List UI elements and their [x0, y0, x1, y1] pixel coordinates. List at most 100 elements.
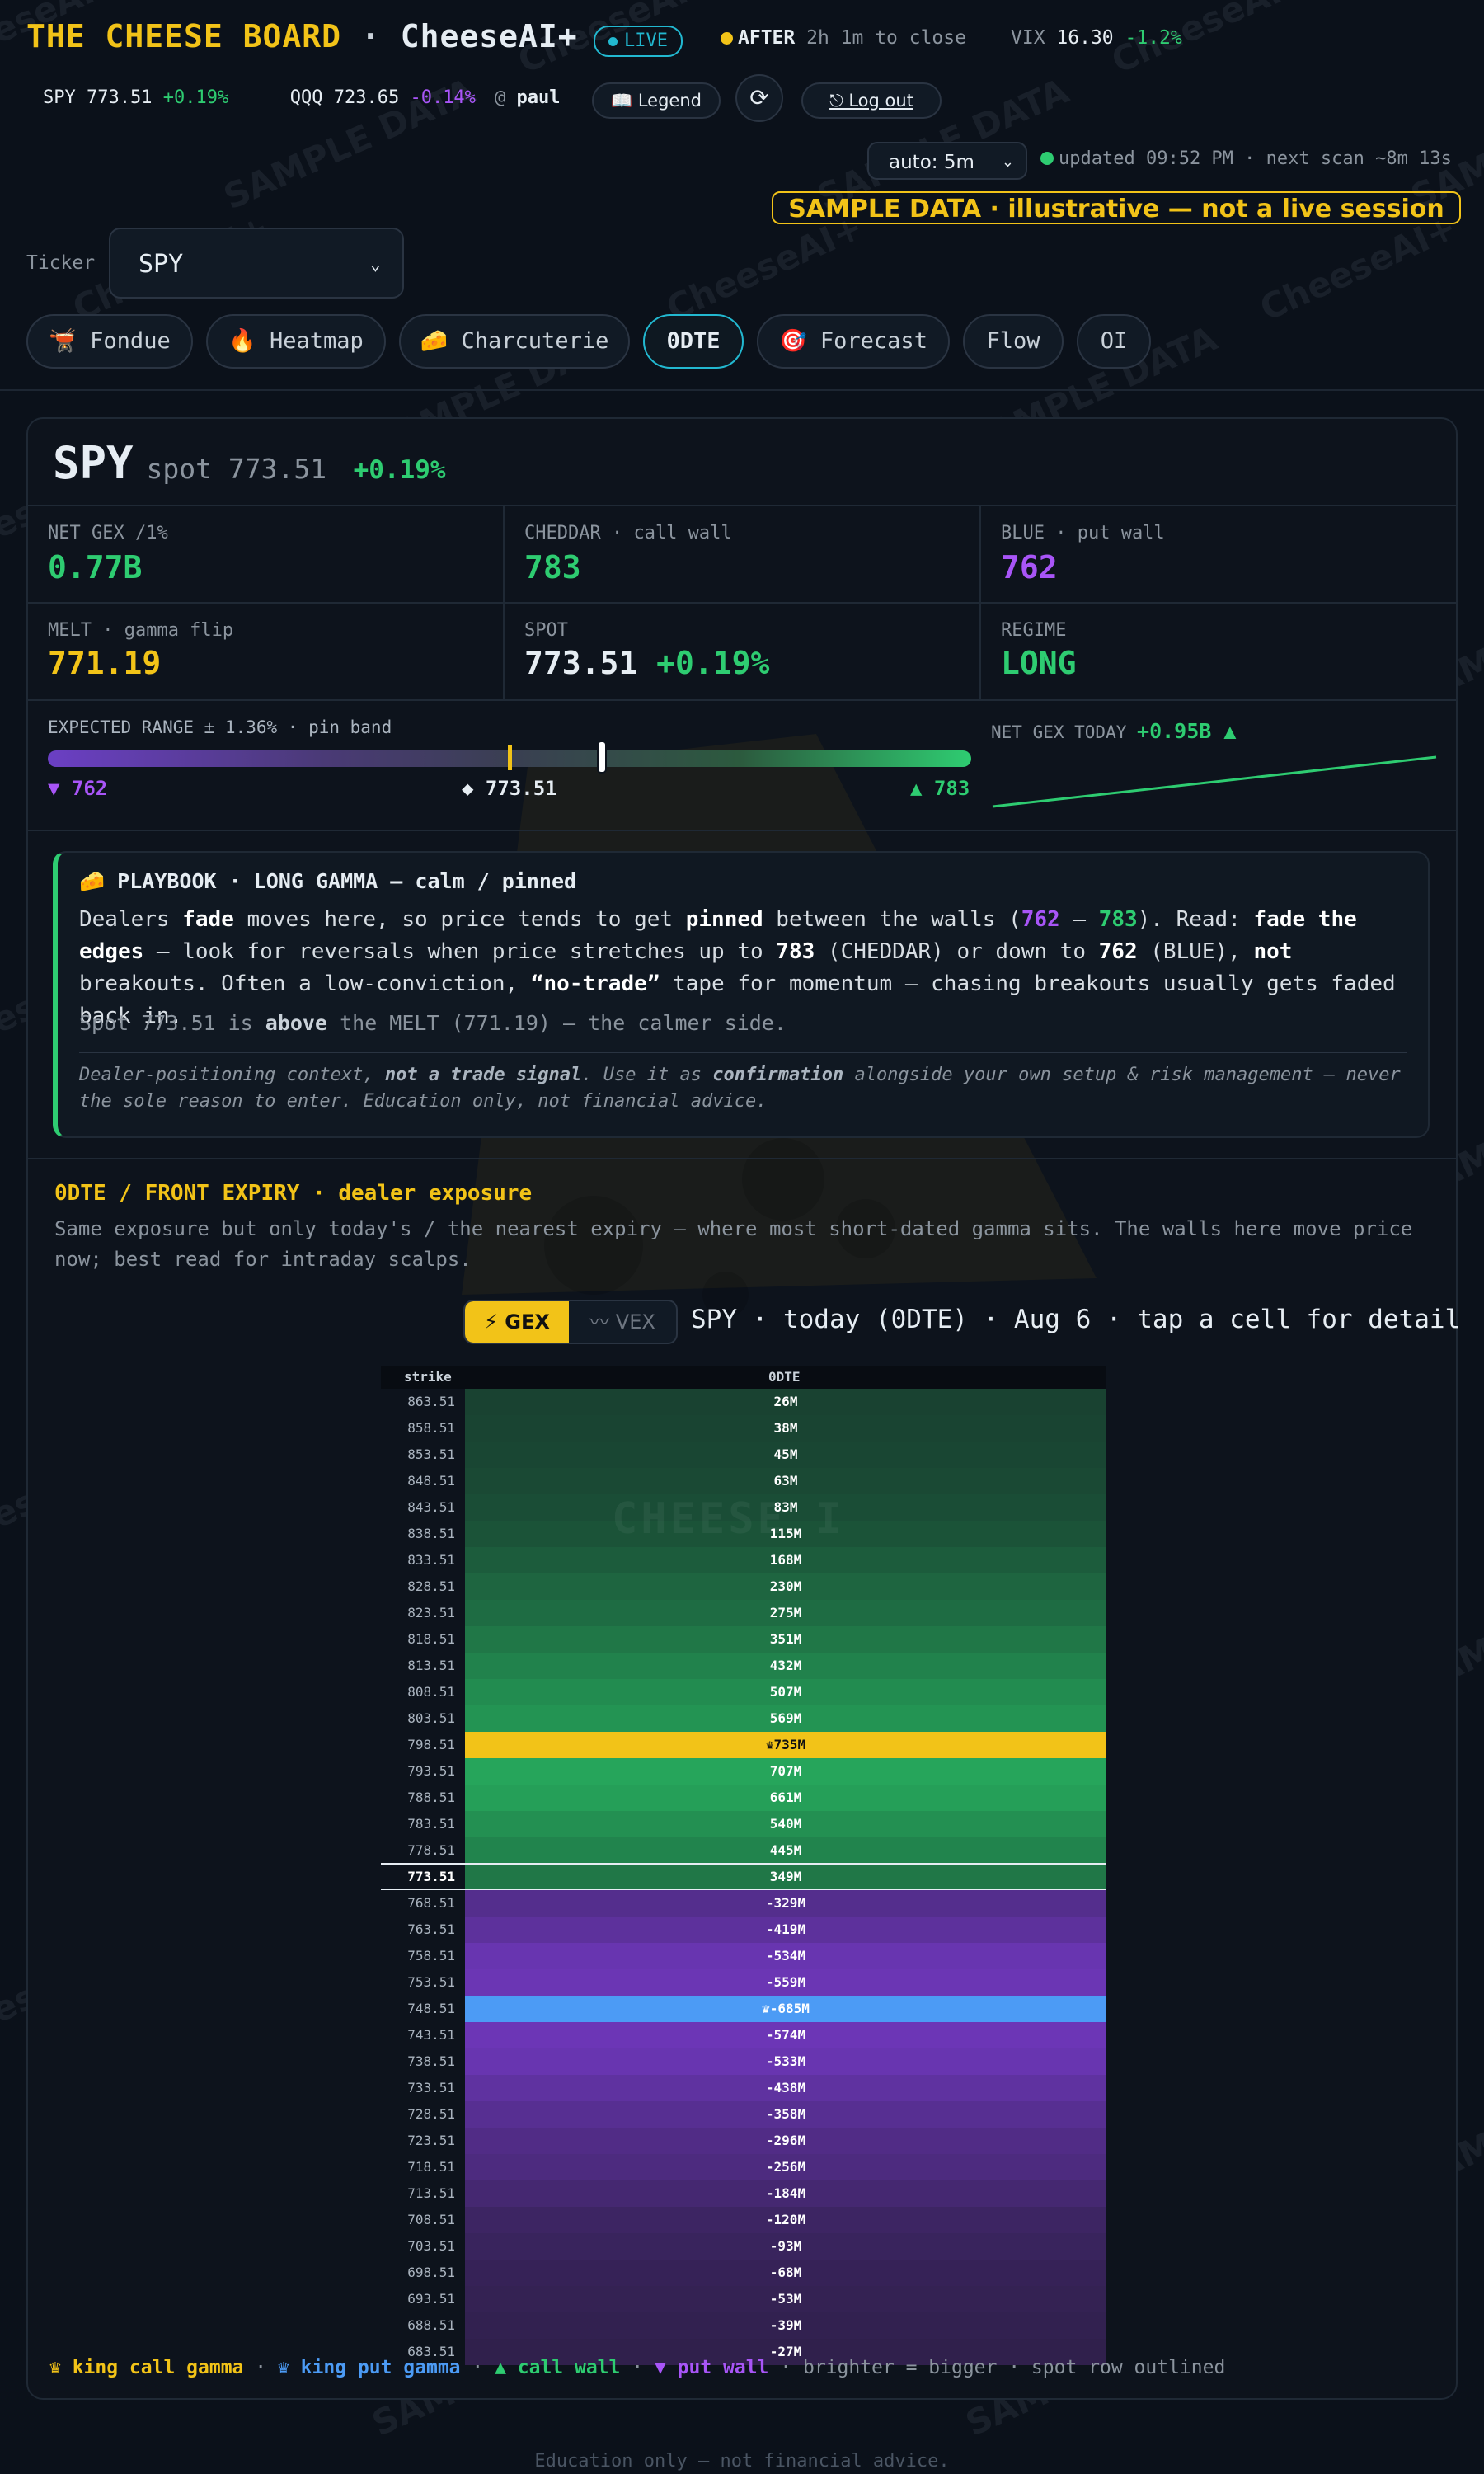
- heatmap-cell[interactable]: ♛-685M: [465, 1996, 1106, 2022]
- divider: [28, 602, 1456, 604]
- heatmap-row: 808.51 507M: [381, 1679, 1106, 1705]
- heatmap-cell[interactable]: 432M: [465, 1653, 1106, 1679]
- legend-king-put: ♛ king put gamma: [277, 2357, 461, 2378]
- chevron-down-icon: ⌄: [1001, 153, 1014, 171]
- vix-quote: VIX 16.30 -1.2%: [1011, 27, 1182, 49]
- heatmap-row: 793.51 707M: [381, 1758, 1106, 1785]
- symbol-header: SPY spot 773.51 +0.19%: [53, 437, 446, 489]
- live-badge: LIVE: [594, 26, 683, 57]
- heatmap-row: 728.51 -358M: [381, 2101, 1106, 2128]
- heatmap-cell[interactable]: 26M: [465, 1389, 1106, 1415]
- heatmap-cell[interactable]: 351M: [465, 1626, 1106, 1653]
- tab-oi[interactable]: OI: [1077, 314, 1151, 369]
- heatmap-strike: 858.51: [381, 1415, 465, 1442]
- session-status: AFTER 2h 1m to close: [721, 27, 966, 49]
- tab-heatmap[interactable]: 🔥 Heatmap: [206, 314, 386, 369]
- heatmap-cell[interactable]: -184M: [465, 2180, 1106, 2207]
- heatmap-cell[interactable]: 45M: [465, 1442, 1106, 1468]
- section-divider: [28, 1158, 1456, 1159]
- heatmap-cell[interactable]: -93M: [465, 2233, 1106, 2260]
- heatmap-strike: 848.51: [381, 1468, 465, 1494]
- heatmap-strike: 823.51: [381, 1600, 465, 1626]
- heatmap-cell[interactable]: -438M: [465, 2075, 1106, 2101]
- stat-spot-value: 773.51 +0.19%: [524, 645, 770, 681]
- heatmap-cell[interactable]: -419M: [465, 1917, 1106, 1943]
- heatmap-strike: 718.51: [381, 2154, 465, 2180]
- heatmap-cell[interactable]: 38M: [465, 1415, 1106, 1442]
- heatmap-cell[interactable]: -534M: [465, 1943, 1106, 1969]
- tab-fondue[interactable]: 🫕 Fondue: [26, 314, 193, 369]
- heatmap-cell[interactable]: 168M: [465, 1547, 1106, 1573]
- heatmap-cell[interactable]: 63M: [465, 1468, 1106, 1494]
- heatmap-row: 833.51 168M: [381, 1547, 1106, 1573]
- heatmap-strike: 693.51: [381, 2286, 465, 2312]
- heatmap-cell[interactable]: -358M: [465, 2101, 1106, 2128]
- tab-0dte[interactable]: 0DTE: [643, 314, 744, 369]
- heatmap-cell[interactable]: 707M: [465, 1758, 1106, 1785]
- heatmap-cell[interactable]: 507M: [465, 1679, 1106, 1705]
- stat-call-wall-label: CHEDDAR · call wall: [524, 523, 732, 543]
- heatmap-cell[interactable]: -329M: [465, 1890, 1106, 1917]
- tab-flow[interactable]: Flow: [963, 314, 1064, 369]
- refresh-button[interactable]: ⟳: [735, 74, 783, 122]
- heatmap-cell[interactable]: 569M: [465, 1705, 1106, 1732]
- gex-toggle-button[interactable]: ⚡ GEX: [465, 1301, 569, 1343]
- heatmap-cell[interactable]: 661M: [465, 1785, 1106, 1811]
- net-gex-sparkline: [992, 755, 1437, 808]
- status-dot-icon: [1040, 152, 1054, 165]
- heatmap-cell[interactable]: 230M: [465, 1573, 1106, 1600]
- heatmap-cell[interactable]: ♛735M: [465, 1732, 1106, 1758]
- heatmap-strike: 863.51: [381, 1389, 465, 1415]
- vex-toggle-button[interactable]: 〰 VEX: [569, 1301, 676, 1343]
- stat-put-wall-value: 762: [1001, 549, 1058, 586]
- heatmap-strike: 698.51: [381, 2260, 465, 2286]
- logout-button[interactable]: ⎋ Log out: [801, 82, 942, 119]
- heatmap-strike: 843.51: [381, 1494, 465, 1521]
- heatmap-cell[interactable]: -574M: [465, 2022, 1106, 2048]
- heatmap-row: 798.51 ♛735M: [381, 1732, 1106, 1758]
- heatmap-watermark: CHEESE I: [612, 1494, 845, 1544]
- heatmap-strike: 753.51: [381, 1969, 465, 1996]
- heatmap-cell[interactable]: -296M: [465, 2128, 1106, 2154]
- ticker-select[interactable]: SPY ⌄: [109, 228, 404, 299]
- tab-forecast[interactable]: 🎯 Forecast: [757, 314, 950, 369]
- heatmap-strike: 748.51: [381, 1996, 465, 2022]
- heatmap-row: 783.51 540M: [381, 1811, 1106, 1837]
- heatmap-legend: ♛ king call gamma · ♛ king put gamma · ▲…: [49, 2357, 1226, 2378]
- heatmap-cell[interactable]: -533M: [465, 2048, 1106, 2075]
- divider: [28, 830, 1456, 831]
- heatmap-row: 758.51 -534M: [381, 1943, 1106, 1969]
- stat-regime-value: LONG: [1001, 645, 1077, 681]
- stat-net-gex-value: 0.77B: [48, 549, 143, 586]
- legend-button[interactable]: 📖 Legend: [592, 82, 721, 119]
- heatmap-cell[interactable]: -68M: [465, 2260, 1106, 2286]
- heatmap-strike: 838.51: [381, 1521, 465, 1547]
- expiry-column-header: 0DTE: [768, 1369, 801, 1385]
- heatmap-strike: 783.51: [381, 1811, 465, 1837]
- heatmap-cell[interactable]: -120M: [465, 2207, 1106, 2233]
- stat-net-gex-label: NET GEX /1%: [48, 523, 168, 543]
- heatmap-cell[interactable]: -53M: [465, 2286, 1106, 2312]
- heatmap-strike: 763.51: [381, 1917, 465, 1943]
- heatmap-cell[interactable]: -39M: [465, 2312, 1106, 2339]
- legend-put-wall: ▼ put wall: [654, 2357, 769, 2378]
- heatmap-row: 713.51 -184M: [381, 2180, 1106, 2207]
- heatmap-row: 708.51 -120M: [381, 2207, 1106, 2233]
- playbook-title: 🧀 PLAYBOOK · LONG GAMMA — calm / pinned: [79, 869, 577, 893]
- heatmap-cell[interactable]: 275M: [465, 1600, 1106, 1626]
- heatmap-row: 818.51 351M: [381, 1626, 1106, 1653]
- heatmap-strike: 768.51: [381, 1890, 465, 1917]
- stat-regime-label: REGIME: [1001, 620, 1067, 641]
- tab-charcuterie[interactable]: 🧀 Charcuterie: [399, 314, 630, 369]
- heatmap-cell[interactable]: -559M: [465, 1969, 1106, 1996]
- range-high: ▲ 783: [910, 777, 970, 800]
- heatmap-cell[interactable]: 445M: [465, 1837, 1106, 1864]
- heatmap-row: 703.51 -93M: [381, 2233, 1106, 2260]
- auto-refresh-select[interactable]: auto: 5m ⌄: [867, 142, 1027, 180]
- heatmap-strike: 798.51: [381, 1732, 465, 1758]
- ticker-label: Ticker: [26, 252, 96, 274]
- heatmap-cell[interactable]: 540M: [465, 1811, 1106, 1837]
- stat-melt-label: MELT · gamma flip: [48, 620, 234, 641]
- brand-title: THE CHEESE BOARD · CheeseAI+: [26, 18, 578, 54]
- heatmap-cell[interactable]: -256M: [465, 2154, 1106, 2180]
